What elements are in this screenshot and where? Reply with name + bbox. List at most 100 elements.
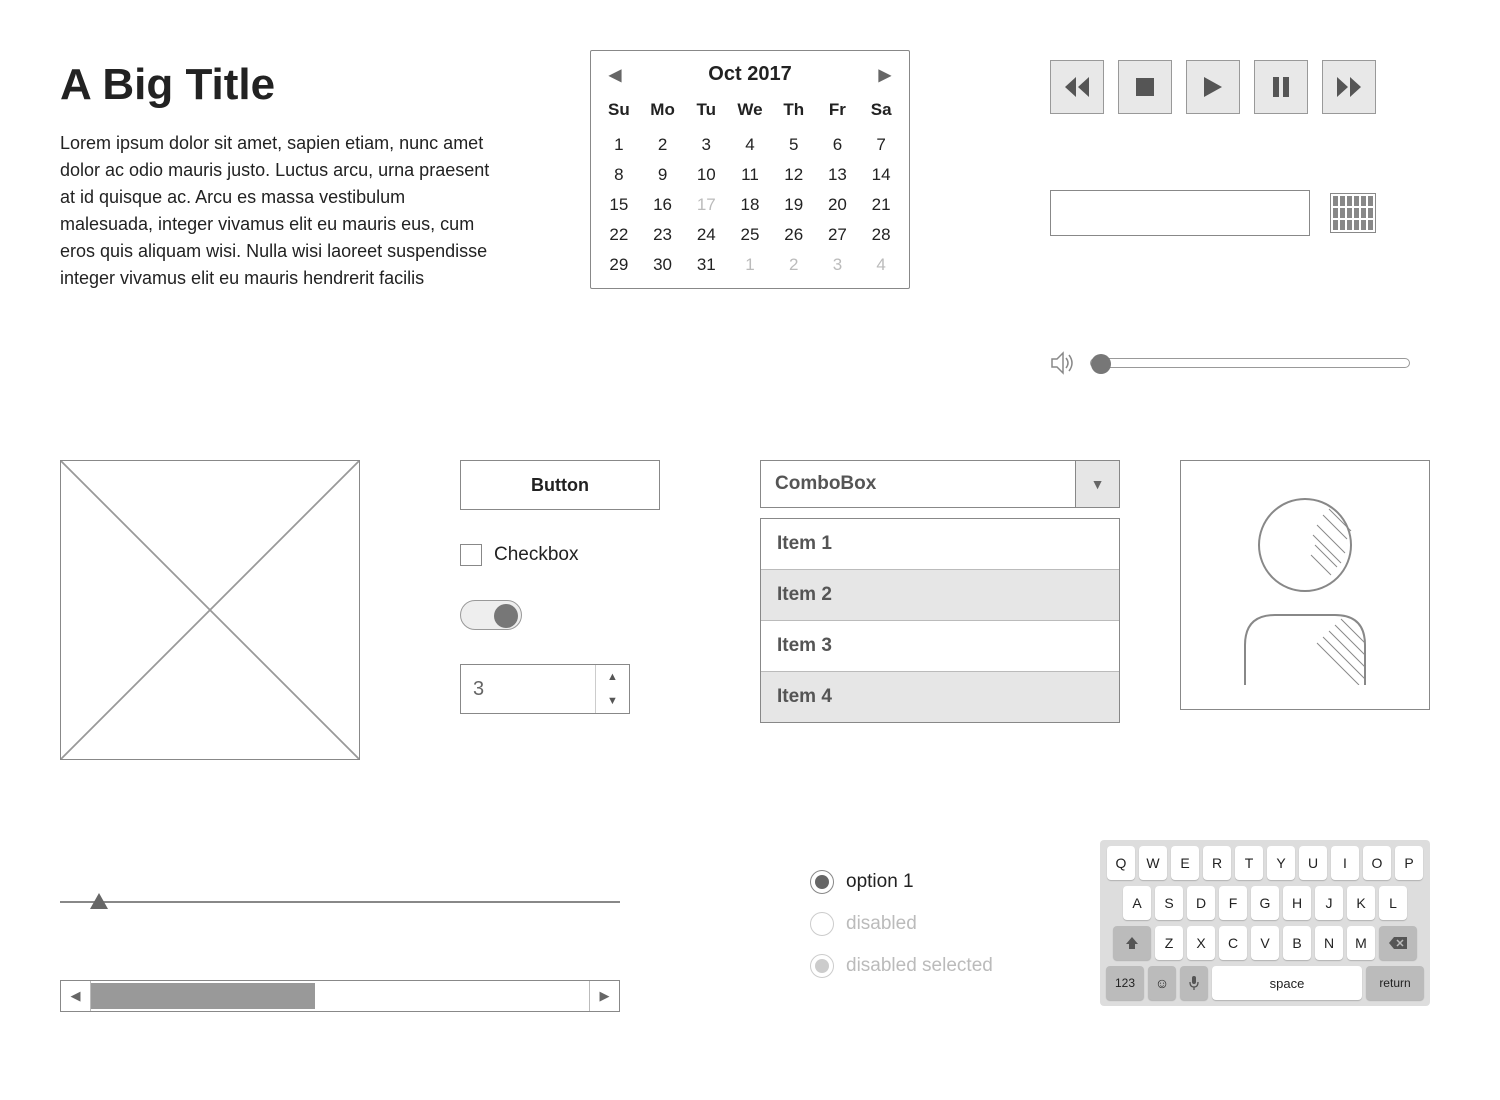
keyboard-key[interactable]: A bbox=[1123, 886, 1151, 920]
keyboard-key[interactable]: L bbox=[1379, 886, 1407, 920]
toggle-thumb[interactable] bbox=[494, 604, 518, 628]
calendar-day[interactable]: 12 bbox=[772, 160, 816, 190]
list-item[interactable]: Item 3 bbox=[761, 621, 1119, 672]
calendar-day[interactable]: 4 bbox=[859, 250, 903, 280]
onscreen-keyboard[interactable]: QWERTYUIOP ASDFGHJKL ZXCVBNM 123 ☺ space… bbox=[1100, 840, 1430, 1006]
calendar-day[interactable]: 20 bbox=[816, 190, 860, 220]
calendar-day[interactable]: 22 bbox=[597, 220, 641, 250]
calendar-day[interactable]: 14 bbox=[859, 160, 903, 190]
calendar-day[interactable]: 29 bbox=[597, 250, 641, 280]
keyboard-key[interactable]: P bbox=[1395, 846, 1423, 880]
keyboard-return-key[interactable]: return bbox=[1366, 966, 1424, 1000]
keyboard-space-key[interactable]: space bbox=[1212, 966, 1362, 1000]
checkbox[interactable]: Checkbox bbox=[460, 544, 660, 566]
keyboard-key[interactable]: W bbox=[1139, 846, 1167, 880]
list-item[interactable]: Item 2 bbox=[761, 570, 1119, 621]
keyboard-key[interactable]: S bbox=[1155, 886, 1183, 920]
pause-button[interactable] bbox=[1254, 60, 1308, 114]
toggle-switch[interactable] bbox=[460, 600, 522, 630]
radio-option-1[interactable]: option 1 bbox=[810, 870, 993, 894]
slider-thumb[interactable] bbox=[90, 893, 108, 909]
keyboard-key[interactable]: X bbox=[1187, 926, 1215, 960]
calendar-day[interactable]: 27 bbox=[816, 220, 860, 250]
keyboard-shift-key[interactable] bbox=[1113, 926, 1151, 960]
keyboard-key[interactable]: K bbox=[1347, 886, 1375, 920]
calendar-day[interactable]: 5 bbox=[772, 130, 816, 160]
keyboard-key[interactable]: M bbox=[1347, 926, 1375, 960]
scroll-left-icon[interactable]: ◀ bbox=[61, 981, 91, 1011]
volume-slider[interactable] bbox=[1090, 358, 1410, 368]
keyboard-key[interactable]: O bbox=[1363, 846, 1391, 880]
keyboard-key[interactable]: Z bbox=[1155, 926, 1183, 960]
checkbox-box[interactable] bbox=[460, 544, 482, 566]
calendar-day[interactable]: 11 bbox=[728, 160, 772, 190]
keyboard-key[interactable]: U bbox=[1299, 846, 1327, 880]
scroll-right-icon[interactable]: ▶ bbox=[589, 981, 619, 1011]
scroll-track[interactable] bbox=[91, 981, 589, 1011]
keyboard-emoji-key[interactable]: ☺ bbox=[1148, 966, 1176, 1000]
calendar-day[interactable]: 3 bbox=[684, 130, 728, 160]
date-input[interactable] bbox=[1050, 190, 1310, 236]
keyboard-key[interactable]: Y bbox=[1267, 846, 1295, 880]
keyboard-key[interactable]: V bbox=[1251, 926, 1279, 960]
keyboard-key[interactable]: G bbox=[1251, 886, 1279, 920]
calendar-day[interactable]: 6 bbox=[816, 130, 860, 160]
keyboard-mic-key[interactable] bbox=[1180, 966, 1208, 1000]
horizontal-scrollbar[interactable]: ◀ ▶ bbox=[60, 980, 620, 1012]
calendar-day[interactable]: 2 bbox=[641, 130, 685, 160]
keyboard-key[interactable]: I bbox=[1331, 846, 1359, 880]
calendar-day[interactable]: 19 bbox=[772, 190, 816, 220]
keyboard-backspace-key[interactable] bbox=[1379, 926, 1417, 960]
calendar-day[interactable]: 4 bbox=[728, 130, 772, 160]
list-item[interactable]: Item 4 bbox=[761, 672, 1119, 722]
calendar[interactable]: ◀ Oct 2017 ▶ SuMoTuWeThFrSa 123456789101… bbox=[590, 50, 910, 289]
rewind-button[interactable] bbox=[1050, 60, 1104, 114]
keyboard-key[interactable]: J bbox=[1315, 886, 1343, 920]
calendar-day[interactable]: 9 bbox=[641, 160, 685, 190]
fast-forward-button[interactable] bbox=[1322, 60, 1376, 114]
calendar-day[interactable]: 23 bbox=[641, 220, 685, 250]
calendar-day[interactable]: 1 bbox=[597, 130, 641, 160]
keyboard-numbers-key[interactable]: 123 bbox=[1106, 966, 1144, 1000]
combobox[interactable]: ComboBox ▼ bbox=[760, 460, 1120, 508]
keyboard-key[interactable]: H bbox=[1283, 886, 1311, 920]
keyboard-key[interactable]: R bbox=[1203, 846, 1231, 880]
calendar-day[interactable]: 2 bbox=[772, 250, 816, 280]
stop-button[interactable] bbox=[1118, 60, 1172, 114]
calendar-day[interactable]: 15 bbox=[597, 190, 641, 220]
keyboard-key[interactable]: E bbox=[1171, 846, 1199, 880]
calendar-day[interactable]: 16 bbox=[641, 190, 685, 220]
keyboard-key[interactable]: Q bbox=[1107, 846, 1135, 880]
keyboard-key[interactable]: D bbox=[1187, 886, 1215, 920]
volume-thumb[interactable] bbox=[1091, 354, 1111, 374]
calendar-day[interactable]: 30 bbox=[641, 250, 685, 280]
calendar-next-icon[interactable]: ▶ bbox=[879, 65, 891, 85]
calendar-day[interactable]: 1 bbox=[728, 250, 772, 280]
scroll-thumb[interactable] bbox=[91, 983, 315, 1009]
generic-button[interactable]: Button bbox=[460, 460, 660, 510]
play-button[interactable] bbox=[1186, 60, 1240, 114]
calendar-day[interactable]: 28 bbox=[859, 220, 903, 250]
calendar-day[interactable]: 26 bbox=[772, 220, 816, 250]
stepper-value[interactable]: 3 bbox=[461, 665, 595, 713]
keyboard-key[interactable]: F bbox=[1219, 886, 1247, 920]
list[interactable]: Item 1Item 2Item 3Item 4 bbox=[760, 518, 1120, 723]
stepper-down-icon[interactable]: ▼ bbox=[596, 689, 629, 713]
calendar-day[interactable]: 7 bbox=[859, 130, 903, 160]
calendar-day[interactable]: 18 bbox=[728, 190, 772, 220]
calendar-icon[interactable] bbox=[1330, 193, 1376, 233]
keyboard-key[interactable]: T bbox=[1235, 846, 1263, 880]
calendar-day[interactable]: 31 bbox=[684, 250, 728, 280]
calendar-day[interactable]: 8 bbox=[597, 160, 641, 190]
calendar-day[interactable]: 3 bbox=[816, 250, 860, 280]
keyboard-key[interactable]: B bbox=[1283, 926, 1311, 960]
list-item[interactable]: Item 1 bbox=[761, 519, 1119, 570]
stepper-up-icon[interactable]: ▲ bbox=[596, 665, 629, 689]
calendar-prev-icon[interactable]: ◀ bbox=[609, 65, 621, 85]
slider[interactable] bbox=[60, 890, 620, 914]
calendar-day[interactable]: 21 bbox=[859, 190, 903, 220]
calendar-day[interactable]: 24 bbox=[684, 220, 728, 250]
calendar-day[interactable]: 17 bbox=[684, 190, 728, 220]
calendar-day[interactable]: 10 bbox=[684, 160, 728, 190]
number-stepper[interactable]: 3 ▲ ▼ bbox=[460, 664, 630, 714]
